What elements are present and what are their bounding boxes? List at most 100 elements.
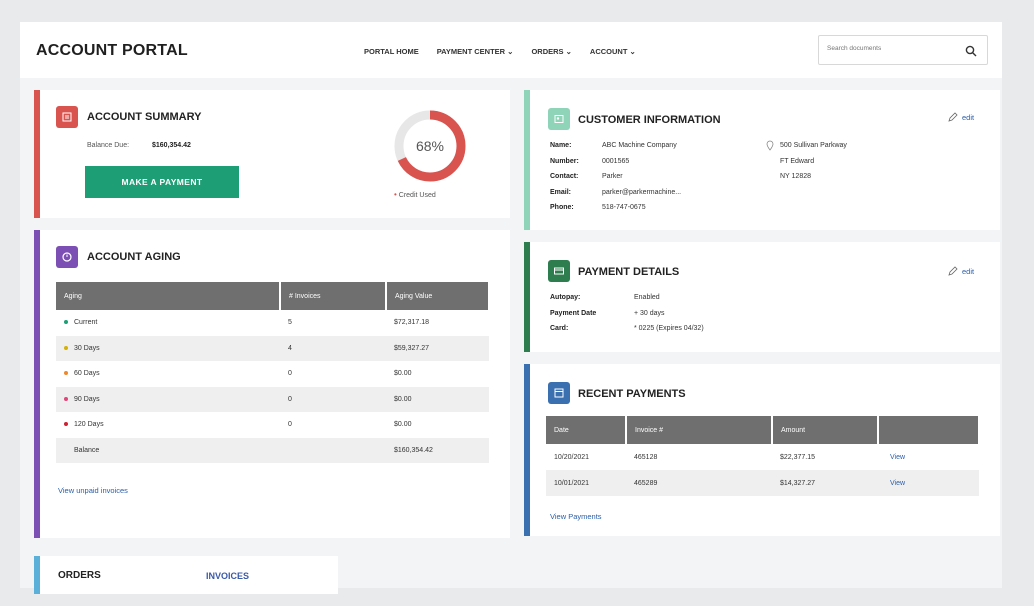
aging-row-30: 30 Days 4 $59,327.27 [56, 335, 489, 361]
nav-portal-home[interactable]: PORTAL HOME [364, 47, 419, 56]
payment-invoice: 465128 [634, 453, 658, 461]
col-invoice: Invoice # [626, 416, 773, 444]
payment-field-label: Payment Date [550, 309, 597, 317]
payment-date: 10/01/2021 [546, 470, 626, 496]
aging-cell-label: 60 Days [56, 361, 280, 387]
nav-account[interactable]: ACCOUNT ⌄ [590, 47, 636, 56]
nav-payment-center[interactable]: PAYMENT CENTER ⌄ [437, 47, 514, 56]
payment-edit-link[interactable]: edit [948, 266, 974, 276]
aging-accent-bar [34, 230, 40, 538]
view-unpaid-invoices-link[interactable]: View unpaid invoices [58, 486, 128, 495]
balance-value: $160,354.42 [152, 142, 191, 149]
autopay-value: Enabled [634, 294, 660, 301]
search-input[interactable] [827, 45, 957, 52]
card-value: * 0225 (Expires 04/32) [634, 325, 704, 332]
col-date: Date [546, 416, 627, 444]
customer-information-panel: CUSTOMER INFORMATION edit Name: Number: … [524, 90, 1000, 230]
payment-date: 10/20/2021 [554, 453, 590, 461]
aging-label: Balance [74, 446, 100, 454]
col-aging: Aging [56, 282, 281, 310]
status-dot-icon [64, 371, 68, 376]
customer-title: CUSTOMER INFORMATION [578, 114, 721, 126]
aging-cell-label: 120 Days [56, 412, 280, 438]
col-action [878, 416, 980, 444]
recent-payments-icon [548, 382, 570, 404]
payment-details-icon [548, 260, 570, 282]
portal-title: ACCOUNT PORTAL [36, 42, 188, 59]
aging-cell-value: $59,327.27 [386, 335, 489, 361]
edit-label: edit [962, 112, 975, 122]
tab-invoices[interactable]: INVOICES [206, 571, 249, 581]
main-nav: PORTAL HOME PAYMENT CENTER ⌄ ORDERS ⌄ AC… [364, 47, 636, 56]
aging-cell-invoices: 0 [280, 386, 386, 412]
customer-name: ABC Machine Company [602, 142, 677, 149]
pencil-icon [948, 112, 958, 122]
payment-labels: Autopay: Payment Date Card: [550, 290, 596, 337]
payment-details-panel: PAYMENT DETAILS edit Autopay: Payment Da… [524, 242, 1000, 352]
search-box [818, 35, 988, 65]
aging-row-60: 60 Days 0 $0.00 [56, 361, 489, 387]
address-line-3: NY 12828 [780, 173, 812, 180]
payment-amount: $14,327.27 [772, 470, 878, 496]
customer-values: ABC Machine Company 0001565 Parker parke… [602, 138, 681, 216]
aging-row-balance: Balance $160,354.42 [56, 437, 489, 463]
aging-cell-invoices: 0 [288, 370, 292, 378]
customer-field-label: Name: [550, 142, 572, 149]
col-aging-value: Aging Value [386, 282, 490, 310]
make-payment-button[interactable]: MAKE A PAYMENT [85, 166, 239, 198]
portal-frame: ACCOUNT PORTAL PORTAL HOME PAYMENT CENTE… [20, 22, 1002, 594]
aging-cell-label: Balance [56, 437, 280, 463]
aging-cell-value: $72,317.18 [394, 319, 430, 327]
status-dot-icon [64, 422, 68, 427]
customer-field-label: Contact: [550, 173, 579, 180]
edit-label: edit [962, 266, 975, 276]
search-icon[interactable] [965, 44, 977, 62]
tab-orders[interactable]: ORDERS [58, 570, 101, 581]
status-dot-icon [64, 345, 68, 350]
customer-edit-link[interactable]: edit [948, 112, 974, 122]
credit-dot-icon: • [394, 190, 397, 199]
pencil-icon [948, 266, 958, 276]
top-header: ACCOUNT PORTAL PORTAL HOME PAYMENT CENTE… [20, 22, 1002, 78]
customer-field-label: Phone: [550, 204, 574, 211]
aging-cell-label: 30 Days [56, 335, 280, 361]
summary-accent-bar [34, 90, 40, 218]
status-dot-icon [64, 396, 68, 401]
view-payment-link[interactable]: View [878, 470, 979, 496]
col-invoices: # Invoices [280, 282, 387, 310]
aging-cell-value: $0.00 [386, 386, 489, 412]
payment-date-value: + 30 days [634, 309, 665, 317]
credit-used-donut: 68% [390, 106, 470, 191]
recent-payments-panel: RECENT PAYMENTS Date Invoice # Amount 10… [524, 364, 1000, 536]
aging-cell-label: Current [56, 310, 280, 336]
aging-row-90: 90 Days 0 $0.00 [56, 386, 489, 412]
account-aging-panel: ACCOUNT AGING Aging # Invoices Aging Val… [34, 230, 510, 538]
tabs-accent-bar [34, 556, 40, 594]
aging-cell-value: $0.00 [394, 421, 412, 429]
aging-cell-invoices: 4 [280, 335, 386, 361]
view-payments-link[interactable]: View Payments [550, 512, 602, 521]
payment-field-label: Card: [550, 325, 569, 332]
payment-amount: $22,377.15 [780, 453, 816, 461]
customer-field-label: Number: [550, 157, 579, 165]
recent-payments-title: RECENT PAYMENTS [578, 388, 686, 400]
payment-values: Enabled + 30 days * 0225 (Expires 04/32) [634, 290, 704, 337]
aging-cell-invoices [280, 437, 386, 463]
aging-cell-value: $0.00 [394, 370, 412, 378]
account-summary-panel: ACCOUNT SUMMARY Balance Due: $160,354.42… [34, 90, 510, 218]
nav-orders[interactable]: ORDERS ⌄ [531, 47, 571, 56]
customer-labels: Name: Number: Contact: Email: Phone: [550, 138, 579, 216]
customer-address: 500 Sullivan Parkway FT Edward NY 12828 [780, 138, 847, 185]
credit-used-legend: • Credit Used [394, 190, 436, 199]
credit-percent: 68% [416, 138, 444, 154]
address-line-1: 500 Sullivan Parkway [780, 142, 847, 149]
aging-header-row: Aging # Invoices Aging Value [56, 282, 490, 310]
balance-label: Balance Due: [87, 142, 130, 149]
location-pin-icon [766, 140, 774, 151]
aging-cell-value: $160,354.42 [386, 437, 489, 463]
recent-accent-bar [524, 364, 530, 536]
view-payment-link[interactable]: View [878, 444, 979, 470]
orders-invoices-tabs: ORDERS INVOICES [34, 556, 338, 594]
aging-icon [56, 246, 78, 268]
aging-label: 60 Days [74, 370, 100, 378]
